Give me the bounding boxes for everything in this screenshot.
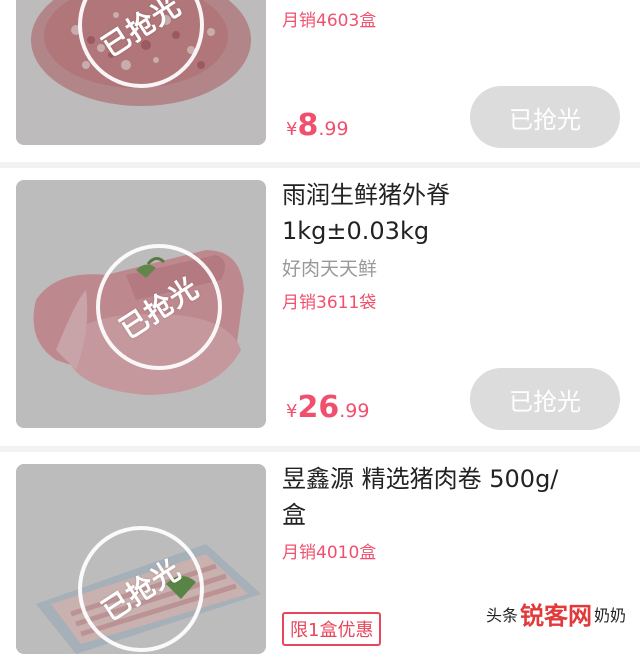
product-title-line: 雨润生鲜猪外脊 [282, 181, 450, 209]
product-title-line: 昱鑫源 精选猪肉卷 500g/ [282, 465, 559, 493]
product-subtitle: 好肉天天鲜 [282, 258, 378, 280]
product-image[interactable]: 已抢光 [16, 464, 266, 654]
product-title-line: 盒 [282, 501, 306, 529]
watermark: 头条 锐客网 奶奶 [486, 596, 626, 631]
watermark-logo: 锐客网 [519, 602, 592, 630]
product-title[interactable]: 雨润生鲜猪外脊 1kg±0.03kg [282, 178, 612, 248]
product-title-line: 1kg±0.03kg [282, 217, 430, 245]
price: ¥8.99 [286, 108, 349, 143]
monthly-sales: 月销3611袋 [282, 293, 377, 313]
sold-out-stamp: 已抢光 [78, 526, 204, 652]
monthly-sales: 月销4010盒 [282, 543, 377, 563]
sold-out-button[interactable]: 已抢光 [470, 368, 620, 430]
promo-tag: 限1盒优惠 [282, 612, 382, 646]
monthly-sales: 月销4603盒 [282, 11, 377, 31]
product-card-pork-loin[interactable]: 已抢光 雨润生鲜猪外脊 1kg±0.03kg 好肉天天鲜 月销3611袋 ¥26… [0, 168, 640, 446]
product-image[interactable]: 已抢光 [16, 180, 266, 428]
sold-out-stamp: 已抢光 [96, 244, 222, 370]
product-title[interactable]: 昱鑫源 精选猪肉卷 500g/ 盒 [282, 462, 612, 532]
product-image[interactable]: 已抢光 [16, 0, 266, 145]
price: ¥26.99 [286, 390, 370, 425]
product-card-minced-pork[interactable]: 已抢光 月销4603盒 ¥8.99 已抢光 [0, 0, 640, 162]
sold-out-button[interactable]: 已抢光 [470, 86, 620, 148]
